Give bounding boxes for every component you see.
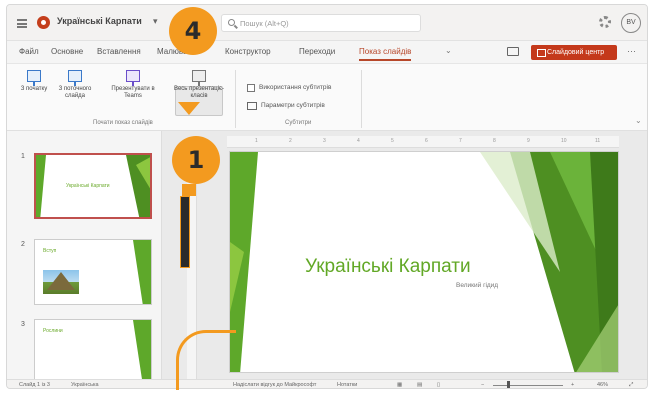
ribbon-panel: З початку З поточного слайда Презентуват… — [7, 63, 647, 131]
presenter-class-button[interactable]: Весь презентаціє-класів — [171, 70, 227, 100]
callout-arc — [176, 330, 236, 390]
thumb-number: 1 — [21, 153, 25, 160]
thumb-title: Вступ — [43, 248, 57, 254]
zoom-level[interactable]: 46% — [597, 382, 608, 388]
ruler-tick: 3 — [323, 138, 326, 144]
slide-thumbnail-3[interactable]: Рослини — [34, 319, 152, 385]
current-slide-canvas[interactable]: Українські Карпати Великий гідид — [229, 151, 619, 373]
tab-transitions[interactable]: Переходи — [299, 47, 335, 56]
callout-pointer-arrow — [178, 102, 200, 115]
ruler-tick: 1 — [255, 138, 258, 144]
slide-thumbnail-1[interactable]: Українські Карпати — [34, 153, 152, 219]
notes-button[interactable]: Нотатки — [337, 382, 357, 388]
fit-to-window-icon[interactable]: ⤢ — [629, 382, 633, 388]
comment-icon[interactable] — [507, 47, 519, 56]
tab-home[interactable]: Основне — [51, 47, 83, 56]
slide-subtitle[interactable]: Великий гідид — [456, 282, 498, 289]
feedback-link[interactable]: Надіслати відгук до Майкрософт — [233, 382, 316, 388]
from-current-label: З поточного слайда — [58, 86, 92, 99]
user-avatar[interactable]: BV — [621, 13, 641, 33]
horizontal-ruler: 1 2 3 4 5 6 7 8 9 10 11 — [227, 136, 619, 148]
start-slideshow-group-label: Почати показ слайдів — [93, 120, 153, 126]
slide-counter: Слайд 1 із 3 — [19, 382, 50, 388]
ruler-tick: 6 — [425, 138, 428, 144]
title-chevron-icon[interactable]: ▾ — [153, 16, 158, 27]
tab-file[interactable]: Файл — [19, 47, 39, 56]
normal-view-icon[interactable]: ▦ — [397, 382, 402, 388]
ruler-tick: 4 — [357, 138, 360, 144]
slide-sorter-icon[interactable]: ▤ — [417, 382, 422, 388]
language-indicator[interactable]: Українська — [71, 382, 99, 388]
present-in-teams-button[interactable]: Презентувати в Teams — [103, 70, 163, 100]
callout-bar — [180, 196, 190, 268]
zoom-slider[interactable] — [493, 385, 563, 386]
use-subtitles-label: Використання субтитрів — [259, 84, 332, 91]
teams-icon — [126, 70, 140, 86]
ribbon-tabs: Файл Основне Вставлення Малювання Констр… — [7, 41, 647, 63]
thumb-title: Рослини — [43, 328, 63, 334]
ruler-tick: 10 — [561, 138, 567, 144]
mountain-photo — [43, 270, 79, 294]
from-beginning-label: З початку — [20, 86, 48, 92]
callout-badge-4: 4 — [169, 7, 217, 55]
subtitle-settings-icon — [247, 102, 257, 110]
ruler-tick: 11 — [595, 138, 601, 144]
search-box[interactable]: Пошук (Alt+Q) — [221, 14, 421, 32]
tab-slide-show[interactable]: Показ слайдів — [359, 47, 412, 61]
app-window: Українські Карпати ▾ Пошук (Alt+Q) BV Фа… — [6, 4, 648, 389]
subtitles-group-label: Субтитри — [285, 120, 312, 126]
app-launcher-icon[interactable] — [17, 19, 27, 28]
zoom-out-icon[interactable]: − — [481, 382, 484, 388]
present-in-teams-label: Презентувати в Teams — [111, 86, 155, 99]
thumb-number: 3 — [21, 321, 25, 328]
ribbon-collapse-chevron-icon[interactable]: ⌄ — [635, 116, 642, 125]
zoom-in-icon[interactable]: + — [571, 382, 574, 388]
callout-stem — [182, 184, 196, 196]
from-current-button[interactable]: З поточного слайда — [55, 70, 95, 100]
slideshow-start-icon — [27, 70, 41, 86]
tab-design[interactable]: Конструктор — [225, 47, 271, 56]
slide-title[interactable]: Українські Карпати — [305, 256, 471, 278]
reading-view-icon[interactable]: ▯ — [437, 382, 440, 388]
title-bar: Українські Карпати ▾ Пошук (Alt+Q) BV — [7, 5, 647, 41]
ruler-tick: 9 — [527, 138, 530, 144]
powerpoint-logo-icon — [37, 16, 50, 29]
thumb-number: 2 — [21, 241, 25, 248]
ribbon-separator — [361, 70, 362, 128]
tabs-more-chevron-icon[interactable]: ⌄ — [445, 46, 452, 55]
settings-gear-icon[interactable] — [599, 16, 611, 28]
search-placeholder: Пошук (Alt+Q) — [240, 19, 289, 28]
slide-thumbnail-2[interactable]: Вступ — [34, 239, 152, 305]
ruler-tick: 5 — [391, 138, 394, 144]
slideshow-current-icon — [68, 70, 82, 86]
from-beginning-button[interactable]: З початку — [17, 70, 51, 93]
tab-insert[interactable]: Вставлення — [97, 47, 141, 56]
presenter-class-label: Весь презентаціє-класів — [173, 86, 225, 99]
ruler-tick: 8 — [493, 138, 496, 144]
document-title[interactable]: Українські Карпати — [57, 16, 142, 26]
callout-badge-1: 1 — [172, 136, 220, 184]
ruler-tick: 7 — [459, 138, 462, 144]
editor-workspace: 1 Українські Карпати 2 Вступ 3 Рослини 1… — [7, 131, 647, 385]
search-icon — [228, 19, 235, 26]
ribbon-separator — [235, 70, 236, 128]
subtitle-settings-button[interactable]: Параметри субтитрів — [261, 102, 325, 109]
thumb-title: Українські Карпати — [66, 183, 110, 189]
use-subtitles-checkbox[interactable] — [247, 84, 255, 92]
zoom-slider-thumb[interactable] — [507, 381, 510, 388]
more-options-icon[interactable]: ··· — [627, 46, 636, 56]
slide-thumbnail-panel[interactable]: 1 Українські Карпати 2 Вступ 3 Рослини — [7, 131, 162, 385]
status-bar: Слайд 1 із 3 Українська Надіслати відгук… — [7, 379, 647, 388]
presenter-view-icon — [192, 70, 206, 86]
present-button[interactable]: Слайдовий центр — [531, 45, 617, 60]
ruler-tick: 2 — [289, 138, 292, 144]
